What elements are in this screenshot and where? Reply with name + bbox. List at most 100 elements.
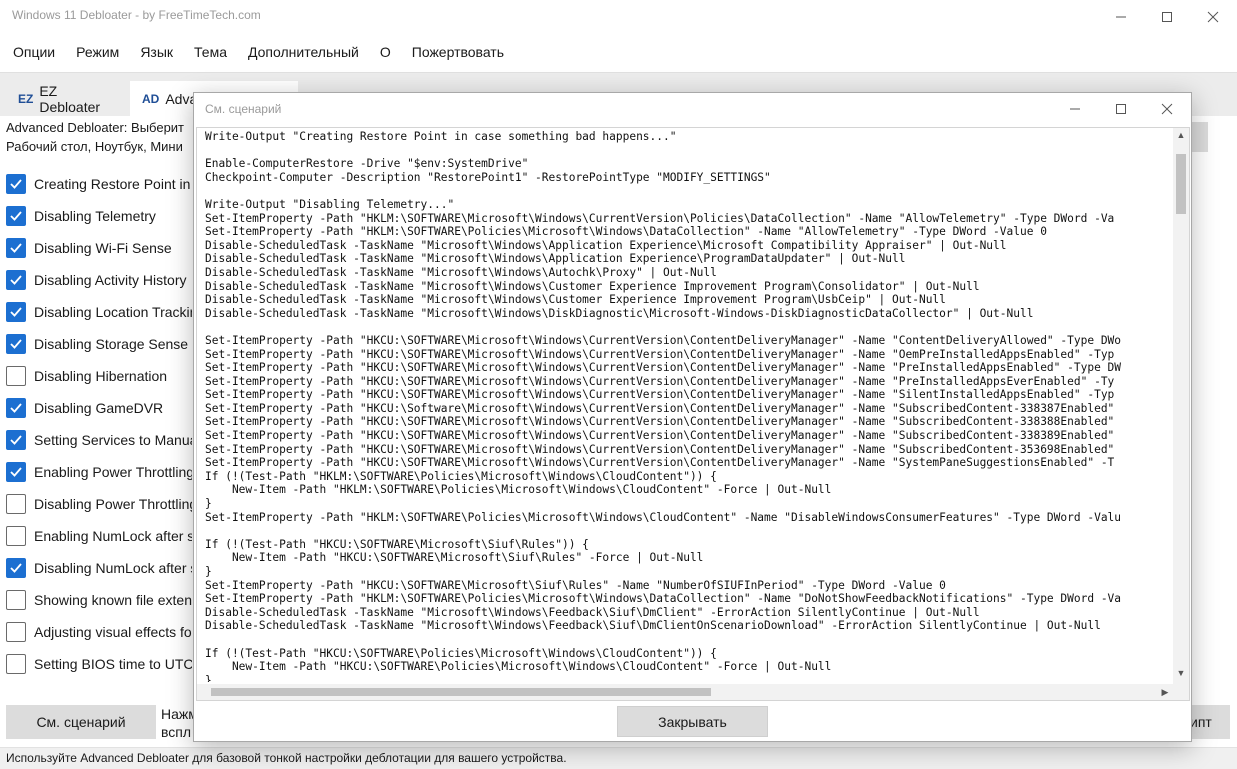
checkbox[interactable]: [6, 174, 26, 194]
option-label: Enabling Power Throttling: [34, 464, 192, 480]
dialog-title-bar: См. сценарий: [194, 93, 1191, 125]
checkmark-icon: [10, 307, 22, 317]
menu-theme[interactable]: Тема: [194, 38, 227, 68]
horizontal-scrollbar[interactable]: ▶: [197, 684, 1173, 700]
tweak-checklist: Creating Restore Point in c Disabling Te…: [6, 168, 192, 680]
option-label: Disabling Telemetry: [34, 208, 156, 224]
menu-additional[interactable]: Дополнительный: [248, 38, 359, 68]
option-label: Setting Services to Manual: [34, 432, 192, 448]
checkbox[interactable]: [6, 430, 26, 450]
menu-donate[interactable]: Пожертвовать: [412, 38, 504, 68]
option-row[interactable]: Disabling Storage Sense: [6, 328, 192, 360]
close-window-button[interactable]: [1190, 0, 1236, 33]
checkmark-icon: [10, 275, 22, 285]
menu-mode[interactable]: Режим: [76, 38, 119, 68]
checkbox[interactable]: [6, 366, 26, 386]
checkbox[interactable]: [6, 206, 26, 226]
description-line-1: Advanced Debloater: Выберит: [6, 120, 185, 135]
checkbox[interactable]: [6, 462, 26, 482]
scroll-right-icon[interactable]: ▶: [1157, 684, 1173, 700]
menu-about[interactable]: О: [380, 38, 391, 68]
maximize-button[interactable]: [1144, 0, 1190, 33]
option-label: Adjusting visual effects fo: [34, 624, 192, 640]
option-row[interactable]: Disabling Wi-Fi Sense: [6, 232, 192, 264]
checkmark-icon: [10, 563, 22, 573]
hint-line-2: вспл: [161, 724, 192, 740]
option-label: Disabling NumLock after s: [34, 560, 192, 576]
dialog-close-button[interactable]: [1144, 93, 1190, 125]
menu-language[interactable]: Язык: [140, 38, 173, 68]
dialog-maximize-button[interactable]: [1098, 93, 1144, 125]
option-label: Disabling GameDVR: [34, 400, 164, 416]
close-icon: [1161, 103, 1173, 115]
checkmark-icon: [10, 243, 22, 253]
hint-text: Нажм вспл: [161, 705, 195, 741]
tab-ez-label: EZ Debloater: [39, 83, 101, 115]
option-row[interactable]: Disabling Telemetry: [6, 200, 192, 232]
checkbox[interactable]: [6, 558, 26, 578]
status-bar: Используйте Advanced Debloater для базов…: [0, 747, 1237, 769]
scroll-up-icon[interactable]: ▲: [1173, 130, 1189, 144]
option-row[interactable]: Adjusting visual effects fo: [6, 616, 192, 648]
option-row[interactable]: Enabling NumLock after s: [6, 520, 192, 552]
option-row[interactable]: Setting BIOS time to UTC: [6, 648, 192, 680]
preset-button[interactable]: [1192, 122, 1208, 152]
option-row[interactable]: Disabling Power Throttling: [6, 488, 192, 520]
checkbox[interactable]: [6, 494, 26, 514]
ad-badge-icon: AD: [142, 92, 160, 106]
minimize-button[interactable]: [1098, 0, 1144, 33]
description-line-2: Рабочий стол, Ноутбук, Мини: [6, 139, 183, 154]
checkbox[interactable]: [6, 622, 26, 642]
scroll-thumb-horizontal[interactable]: [211, 688, 711, 696]
view-script-button[interactable]: См. сценарий: [6, 705, 156, 739]
option-label: Creating Restore Point in c: [34, 176, 192, 192]
scroll-down-icon[interactable]: ▼: [1173, 668, 1189, 682]
maximize-icon: [1162, 11, 1172, 22]
checkbox[interactable]: [6, 654, 26, 674]
menu-options[interactable]: Опции: [13, 38, 55, 68]
option-row[interactable]: Enabling Power Throttling: [6, 456, 192, 488]
checkbox[interactable]: [6, 590, 26, 610]
ez-badge-icon: EZ: [18, 92, 34, 106]
tab-ez-debloater[interactable]: EZ EZ Debloater: [6, 81, 130, 117]
scroll-thumb[interactable]: [1176, 154, 1186, 214]
option-row[interactable]: Disabling GameDVR: [6, 392, 192, 424]
option-label: Disabling Activity History: [34, 272, 187, 288]
dialog-minimize-button[interactable]: [1052, 93, 1098, 125]
menu-bar: Опции Режим Язык Тема Дополнительный О П…: [0, 38, 1237, 68]
checkbox[interactable]: [6, 270, 26, 290]
advanced-description: Advanced Debloater: Выберит Рабочий стол…: [6, 118, 206, 156]
option-label: Disabling Storage Sense: [34, 336, 189, 352]
script-textbox[interactable]: Write-Output "Creating Restore Point in …: [196, 127, 1190, 701]
option-label: Disabling Location Tracking: [34, 304, 192, 320]
checkbox[interactable]: [6, 398, 26, 418]
close-dialog-button[interactable]: Закрывать: [617, 706, 768, 737]
checkbox[interactable]: [6, 238, 26, 258]
option-label: Disabling Hibernation: [34, 368, 168, 384]
checkmark-icon: [10, 403, 22, 413]
view-script-dialog: См. сценарий Write-Output "Creating Rest…: [193, 92, 1192, 742]
option-label: Disabling Power Throttling: [34, 496, 192, 512]
option-row[interactable]: Disabling Activity History: [6, 264, 192, 296]
option-row[interactable]: Setting Services to Manual: [6, 424, 192, 456]
script-content: Write-Output "Creating Restore Point in …: [205, 130, 1122, 682]
close-icon: [1207, 11, 1219, 22]
minimize-icon: [1070, 108, 1080, 110]
option-row[interactable]: Showing known file exten: [6, 584, 192, 616]
option-row[interactable]: Disabling NumLock after s: [6, 552, 192, 584]
option-label: Enabling NumLock after s: [34, 528, 192, 544]
scroll-corner: [1173, 684, 1189, 700]
checkbox[interactable]: [6, 302, 26, 322]
checkbox[interactable]: [6, 334, 26, 354]
option-label: Showing known file exten: [34, 592, 192, 608]
checkbox[interactable]: [6, 526, 26, 546]
dialog-title: См. сценарий: [205, 102, 282, 116]
maximize-icon: [1116, 104, 1126, 114]
checkmark-icon: [10, 467, 22, 477]
option-row[interactable]: Disabling Hibernation: [6, 360, 192, 392]
checkmark-icon: [10, 179, 22, 189]
option-row[interactable]: Creating Restore Point in c: [6, 168, 192, 200]
vertical-scrollbar[interactable]: ▲ ▼: [1173, 128, 1189, 684]
window-title: Windows 11 Debloater - by FreeTimeTech.c…: [12, 8, 261, 22]
option-row[interactable]: Disabling Location Tracking: [6, 296, 192, 328]
